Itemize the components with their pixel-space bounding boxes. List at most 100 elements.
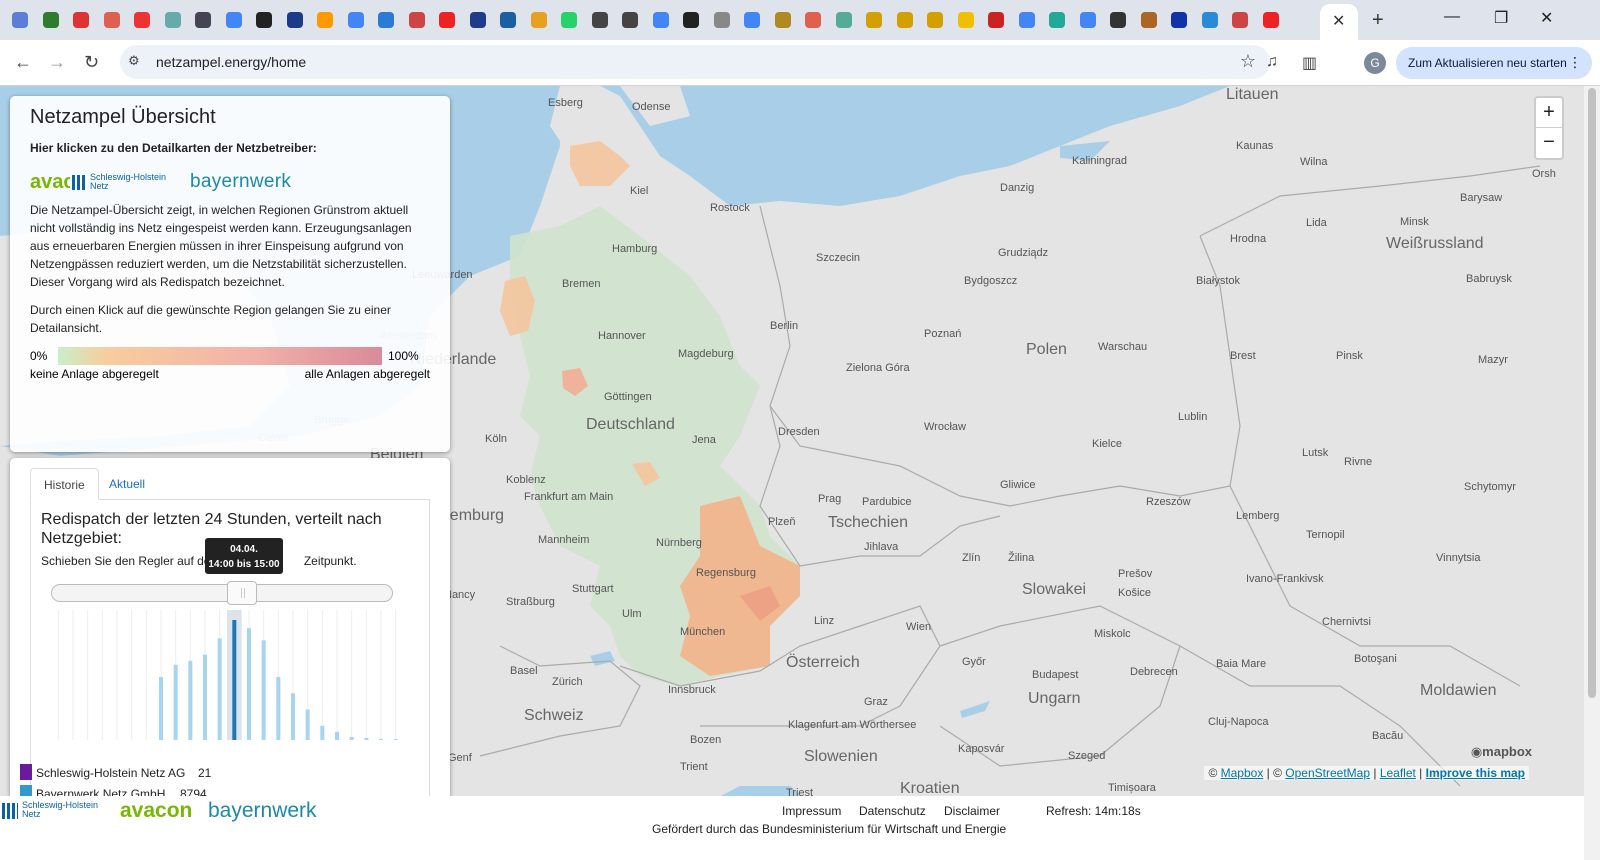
chart-bar[interactable] bbox=[247, 628, 251, 740]
new-tab-icon[interactable]: + bbox=[1372, 9, 1384, 32]
tab-favicon-icon[interactable] bbox=[1079, 12, 1096, 28]
tab-favicon-icon[interactable] bbox=[1049, 12, 1065, 28]
tab-favicon-icon[interactable] bbox=[347, 12, 364, 28]
footer-avacon-logo[interactable]: avacon bbox=[120, 799, 192, 823]
attribution-osm[interactable]: OpenStreetMap bbox=[1285, 766, 1370, 780]
chart-bar[interactable] bbox=[364, 737, 369, 740]
time-slider[interactable] bbox=[51, 581, 393, 605]
tab-favicon-icon[interactable] bbox=[225, 12, 242, 28]
tab-favicon-icon[interactable] bbox=[622, 12, 638, 28]
tab-favicon-icon[interactable] bbox=[927, 12, 943, 28]
tune-icon[interactable]: ⚙ bbox=[128, 53, 144, 69]
footer-bayernwerk-logo[interactable]: bayernwerk bbox=[208, 799, 317, 823]
tab-favicon-icon[interactable] bbox=[439, 12, 455, 28]
tab-favicon-icon[interactable] bbox=[408, 12, 425, 28]
tab-favicon-icon[interactable] bbox=[1140, 12, 1157, 28]
tab-favicon-icon[interactable] bbox=[500, 12, 516, 28]
tab-favicon-icon[interactable] bbox=[42, 12, 59, 28]
tab-favicon-icon[interactable] bbox=[835, 12, 852, 28]
back-arrow-icon[interactable]: ← bbox=[14, 52, 32, 73]
chart-bar[interactable] bbox=[261, 640, 266, 740]
chart-bar[interactable] bbox=[305, 709, 310, 740]
footer-link-datenschutz[interactable]: Datenschutz bbox=[859, 804, 926, 818]
tab-favicon-icon[interactable] bbox=[896, 12, 913, 28]
tab-favicon-icon[interactable] bbox=[866, 12, 882, 28]
scrollbar-thumb[interactable] bbox=[1588, 88, 1596, 698]
tab-favicon-icon[interactable] bbox=[103, 12, 120, 28]
forward-arrow-icon[interactable]: → bbox=[48, 52, 66, 73]
tab-favicon-icon[interactable] bbox=[591, 12, 608, 28]
slider-handle[interactable] bbox=[226, 581, 257, 605]
avatar[interactable]: G bbox=[1364, 52, 1386, 74]
tab-favicon-icon[interactable] bbox=[256, 12, 272, 28]
tab-favicon-icon[interactable] bbox=[1110, 12, 1126, 28]
tab-favicon-icon[interactable] bbox=[713, 12, 730, 28]
chart-bar[interactable] bbox=[276, 676, 281, 740]
side-panel-icon[interactable]: ▥ bbox=[1302, 53, 1317, 73]
chart-bar[interactable] bbox=[393, 738, 398, 740]
tab-favicon-icon[interactable] bbox=[1232, 12, 1248, 28]
chart-bar[interactable] bbox=[173, 664, 178, 740]
tab-aktuell[interactable]: Aktuell bbox=[96, 468, 158, 500]
tab-favicon-icon[interactable] bbox=[1262, 12, 1279, 28]
omnibox[interactable]: ⚙ netzampel.energy/home ☆ bbox=[120, 45, 1270, 79]
window-close-icon[interactable]: ✕ bbox=[1540, 8, 1553, 28]
attribution-mapbox[interactable]: Mapbox bbox=[1221, 766, 1264, 780]
avacon-logo[interactable]: avacon bbox=[30, 171, 70, 194]
zoom-out-button[interactable]: − bbox=[1536, 128, 1562, 158]
chart-bar[interactable] bbox=[217, 638, 222, 740]
tab-favicon-icon[interactable] bbox=[561, 12, 577, 28]
zoom-in-button[interactable]: + bbox=[1536, 98, 1562, 128]
tab-favicon-icon[interactable] bbox=[530, 12, 547, 28]
tab-favicon-icon[interactable] bbox=[652, 12, 669, 28]
redispatch-bar-chart bbox=[57, 610, 398, 740]
footer-link-impressum[interactable]: Impressum bbox=[782, 804, 841, 818]
minimize-icon[interactable]: — bbox=[1444, 8, 1460, 26]
chart-bar[interactable] bbox=[291, 693, 295, 740]
footer-link-disclaimer[interactable]: Disclaimer bbox=[944, 804, 1000, 818]
tab-favicon-icon[interactable] bbox=[12, 12, 28, 28]
media-queue-icon[interactable]: ♫ bbox=[1266, 53, 1278, 71]
update-button[interactable]: Zum Aktualisieren neu starten ⋮ bbox=[1396, 47, 1592, 79]
page-scrollbar[interactable] bbox=[1584, 86, 1600, 860]
sh-netz-logo[interactable]: Schleswig-Holstein Netz bbox=[72, 173, 166, 191]
tab-favicon-icon[interactable] bbox=[1171, 12, 1187, 28]
tab-favicon-icon[interactable] bbox=[744, 12, 760, 28]
tab-favicon-icon[interactable] bbox=[164, 12, 181, 28]
chart-bar[interactable] bbox=[232, 620, 237, 740]
tab-favicon-icon[interactable] bbox=[134, 12, 150, 28]
chart-bar[interactable] bbox=[335, 731, 339, 740]
chart-bar[interactable] bbox=[379, 738, 383, 740]
tab-favicon-icon[interactable] bbox=[378, 12, 394, 28]
tab-favicon-icon[interactable] bbox=[957, 12, 974, 28]
chart-bar[interactable] bbox=[349, 736, 354, 740]
attribution-leaflet[interactable]: Leaflet bbox=[1380, 766, 1416, 780]
tab-favicon-icon[interactable] bbox=[195, 12, 211, 28]
tab-favicon-icon[interactable] bbox=[73, 12, 89, 28]
footer-sh-netz-logo[interactable]: Schleswig-Holstein Netz bbox=[2, 801, 98, 819]
bayernwerk-logo[interactable]: bayernwerk bbox=[190, 171, 291, 193]
chart-bar[interactable] bbox=[188, 660, 193, 740]
chart-bar[interactable] bbox=[159, 676, 163, 740]
tab-close-icon[interactable]: ✕ bbox=[1332, 11, 1345, 31]
star-icon[interactable]: ☆ bbox=[1240, 51, 1256, 72]
chart-bar[interactable] bbox=[320, 725, 325, 740]
tab-historie[interactable]: Historie bbox=[30, 468, 99, 500]
chart-bar[interactable] bbox=[203, 654, 207, 740]
tab-favicon-icon[interactable] bbox=[805, 12, 821, 28]
tab-favicon-icon[interactable] bbox=[1201, 12, 1218, 28]
tab-favicon-icon[interactable] bbox=[286, 12, 303, 28]
tab-favicon-icon[interactable] bbox=[1018, 12, 1035, 28]
tab-favicon-icon[interactable] bbox=[317, 12, 333, 28]
url-text[interactable]: netzampel.energy/home bbox=[156, 54, 306, 70]
restore-icon[interactable]: ❐ bbox=[1494, 8, 1508, 28]
tab-favicon-icon[interactable] bbox=[469, 12, 486, 28]
tab-favicon-icon[interactable] bbox=[774, 12, 791, 28]
mapbox-logo[interactable]: ◉mapbox bbox=[1471, 744, 1532, 760]
active-tab[interactable]: ✕ bbox=[1320, 4, 1358, 40]
tab-favicon-icon[interactable] bbox=[683, 12, 699, 28]
tab-favicon-icon[interactable] bbox=[988, 12, 1004, 28]
reload-icon[interactable]: ↻ bbox=[84, 52, 99, 73]
attribution-improve[interactable]: Improve this map bbox=[1426, 766, 1525, 780]
kebab-menu-icon[interactable]: ⋮ bbox=[1568, 54, 1582, 71]
